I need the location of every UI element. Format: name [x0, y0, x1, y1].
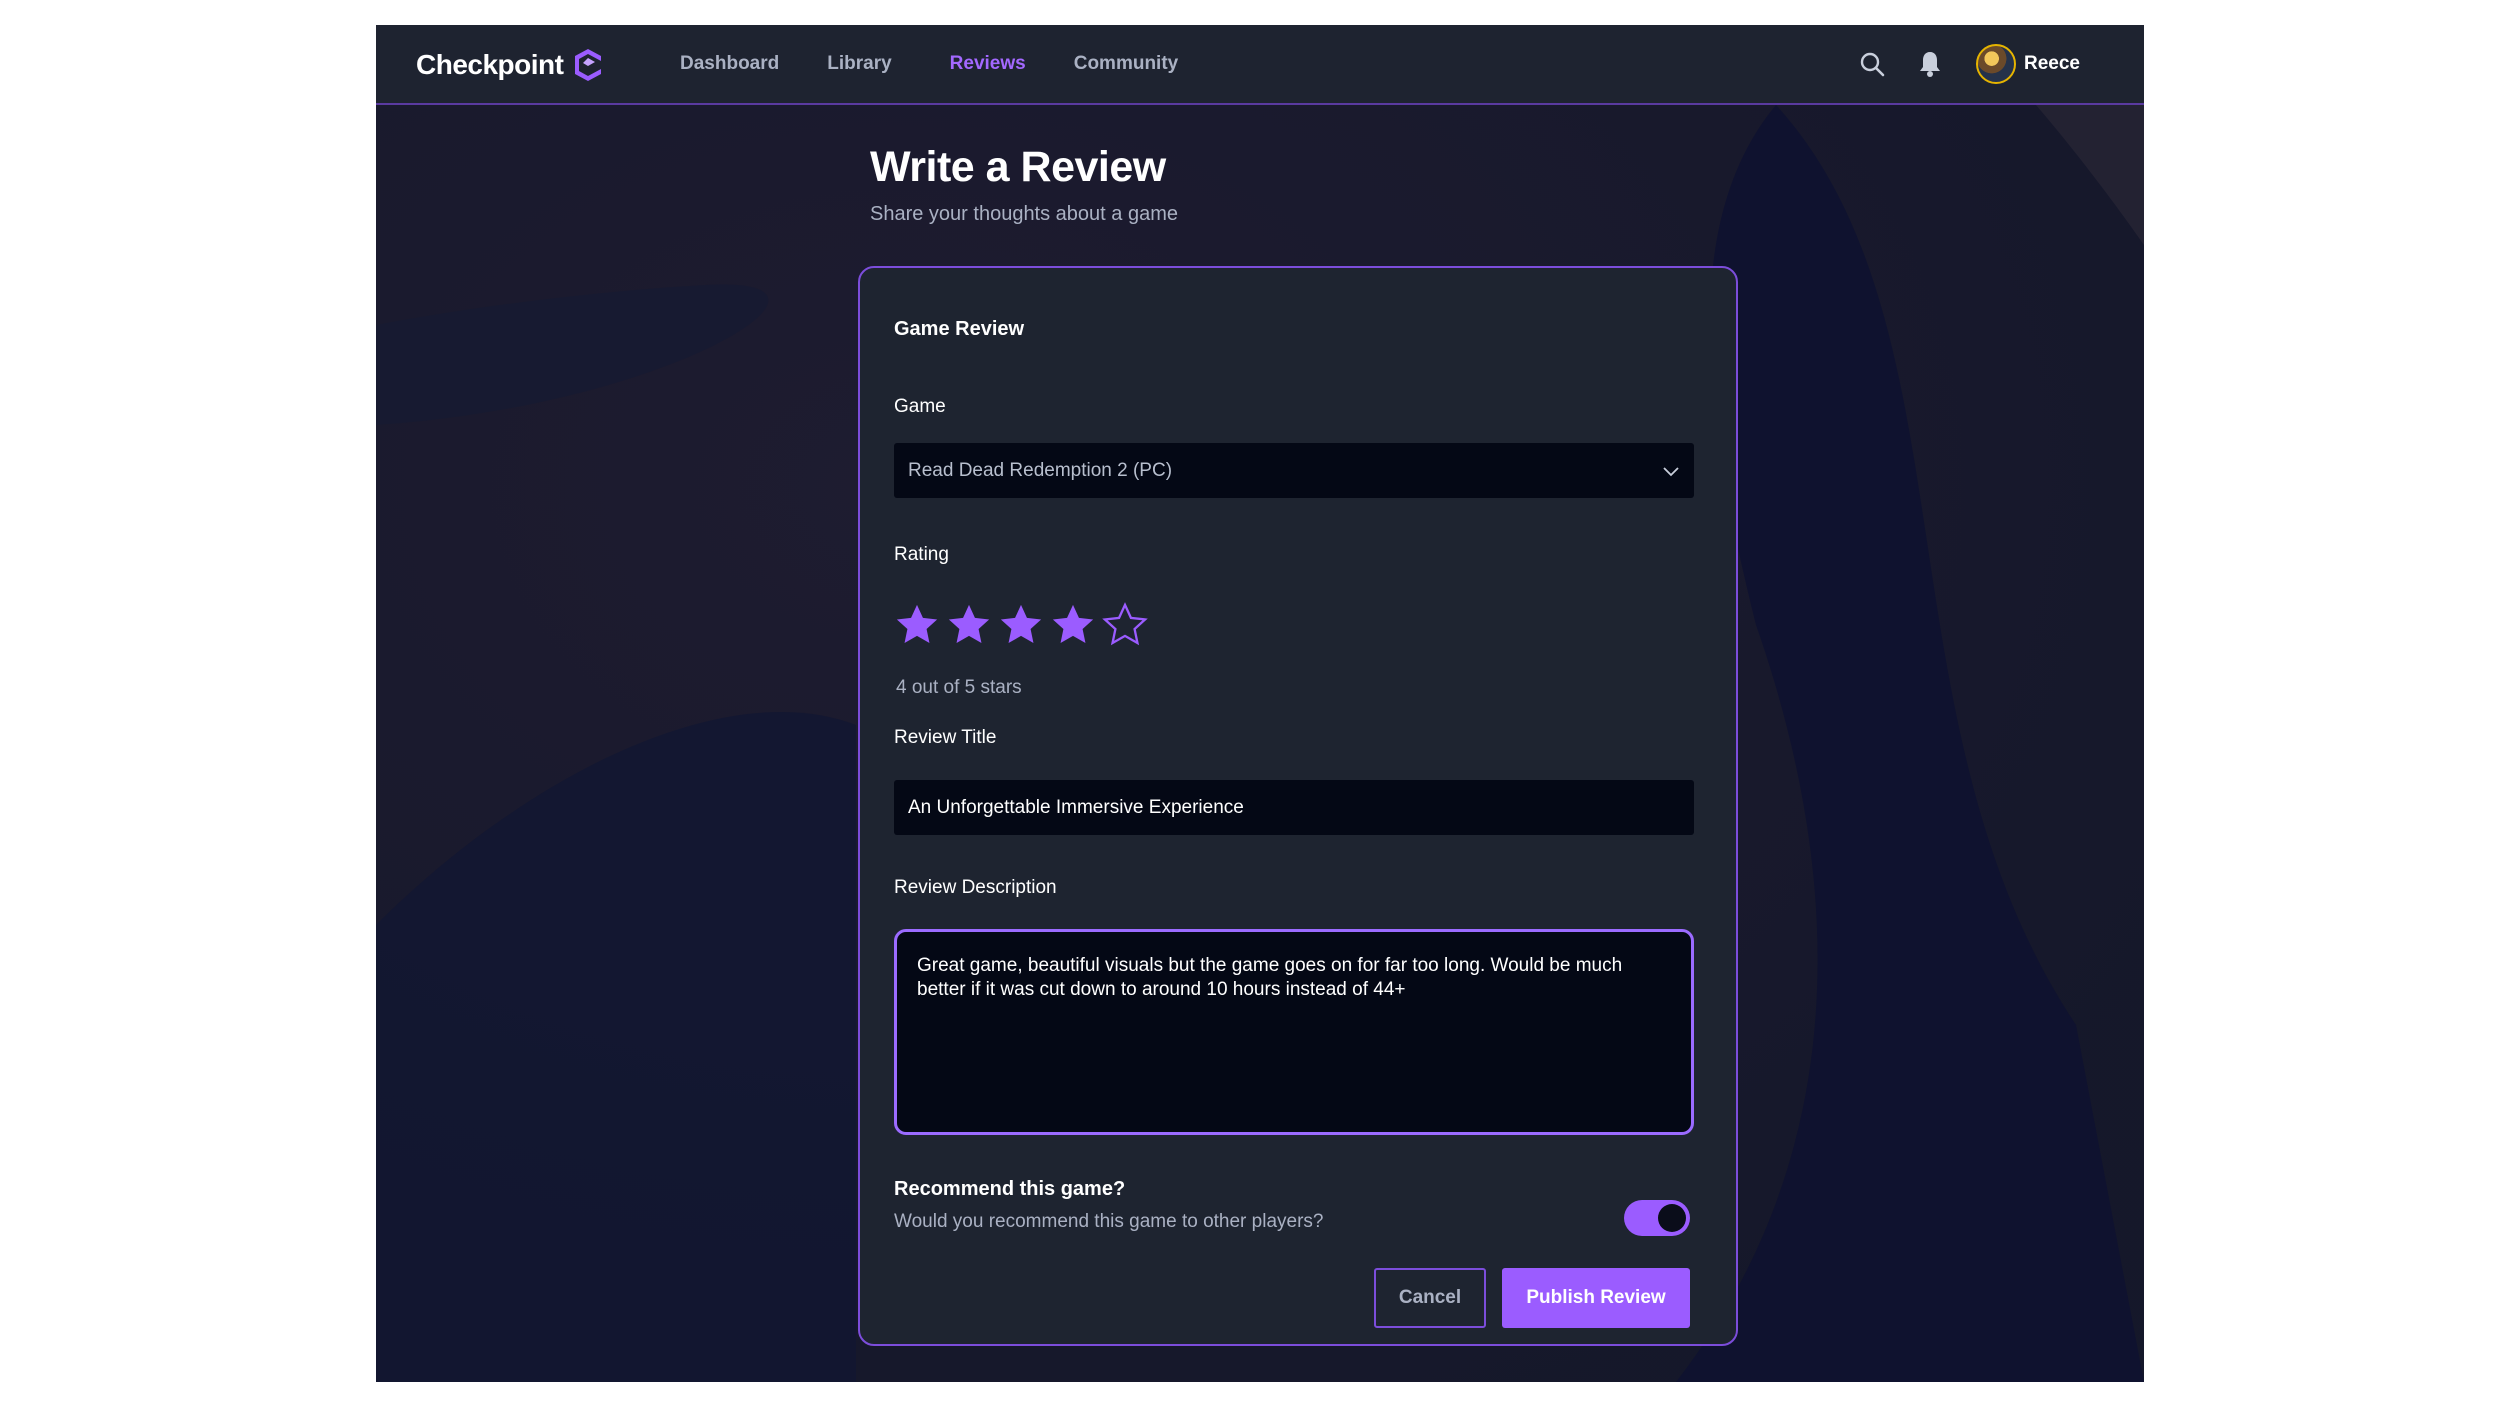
brand-name: Checkpoint [416, 49, 564, 80]
avatar [1976, 44, 2016, 84]
bell-icon [1920, 52, 1940, 77]
page-subtitle: Share your thoughts about a game [870, 203, 1178, 225]
publish-review-button[interactable]: Publish Review [1502, 1268, 1690, 1328]
review-description-textarea[interactable]: Great game, beautiful visuals but the ga… [894, 929, 1694, 1135]
top-navigation-bar: Checkpoint Dashboard Library Reviews Com… [376, 25, 2144, 105]
app-window: Checkpoint Dashboard Library Reviews Com… [376, 25, 2144, 1382]
game-label: Game [894, 396, 946, 417]
recommend-title: Recommend this game? [894, 1178, 1126, 1200]
toggle-knob [1658, 1204, 1686, 1232]
game-select-value: Read Dead Redemption 2 (PC) [908, 459, 1173, 481]
search-icon [1860, 52, 1885, 77]
rating-text: 4 out of 5 stars [896, 677, 1022, 698]
nav-library[interactable]: Library [827, 53, 891, 75]
review-description-label: Review Description [894, 877, 1057, 898]
recommend-toggle[interactable] [1624, 1200, 1690, 1236]
chevron-down-icon [1663, 466, 1679, 476]
brand-logo[interactable]: Checkpoint [416, 45, 603, 85]
page-title: Write a Review [870, 143, 1166, 191]
review-form-card: Game Review Game Read Dead Redemption 2 … [858, 266, 1738, 1346]
nav-reviews[interactable]: Reviews [950, 53, 1026, 75]
star-icon-4[interactable] [1050, 602, 1096, 648]
nav-community[interactable]: Community [1074, 53, 1179, 75]
checkpoint-logo-icon [575, 49, 602, 81]
search-button[interactable] [1854, 46, 1890, 82]
header-actions: Reece [1832, 25, 2080, 103]
user-name: Reece [2024, 53, 2080, 74]
rating-label: Rating [894, 544, 949, 565]
main-nav: Dashboard Library Reviews Community [680, 25, 1226, 103]
star-icon-3[interactable] [998, 602, 1044, 648]
cancel-button[interactable]: Cancel [1374, 1268, 1486, 1328]
recommend-subtitle: Would you recommend this game to other p… [894, 1211, 1324, 1232]
star-outline-icon-5[interactable] [1102, 602, 1148, 648]
card-title: Game Review [894, 318, 1025, 340]
star-icon-1[interactable] [894, 602, 940, 648]
notifications-button[interactable] [1912, 46, 1948, 82]
game-select[interactable]: Read Dead Redemption 2 (PC) [894, 443, 1694, 498]
star-rating [894, 602, 1154, 648]
star-icon-2[interactable] [946, 602, 992, 648]
user-menu[interactable]: Reece [1976, 44, 2080, 84]
review-title-input[interactable] [894, 780, 1694, 835]
review-title-label: Review Title [894, 727, 997, 748]
nav-dashboard[interactable]: Dashboard [680, 53, 779, 75]
